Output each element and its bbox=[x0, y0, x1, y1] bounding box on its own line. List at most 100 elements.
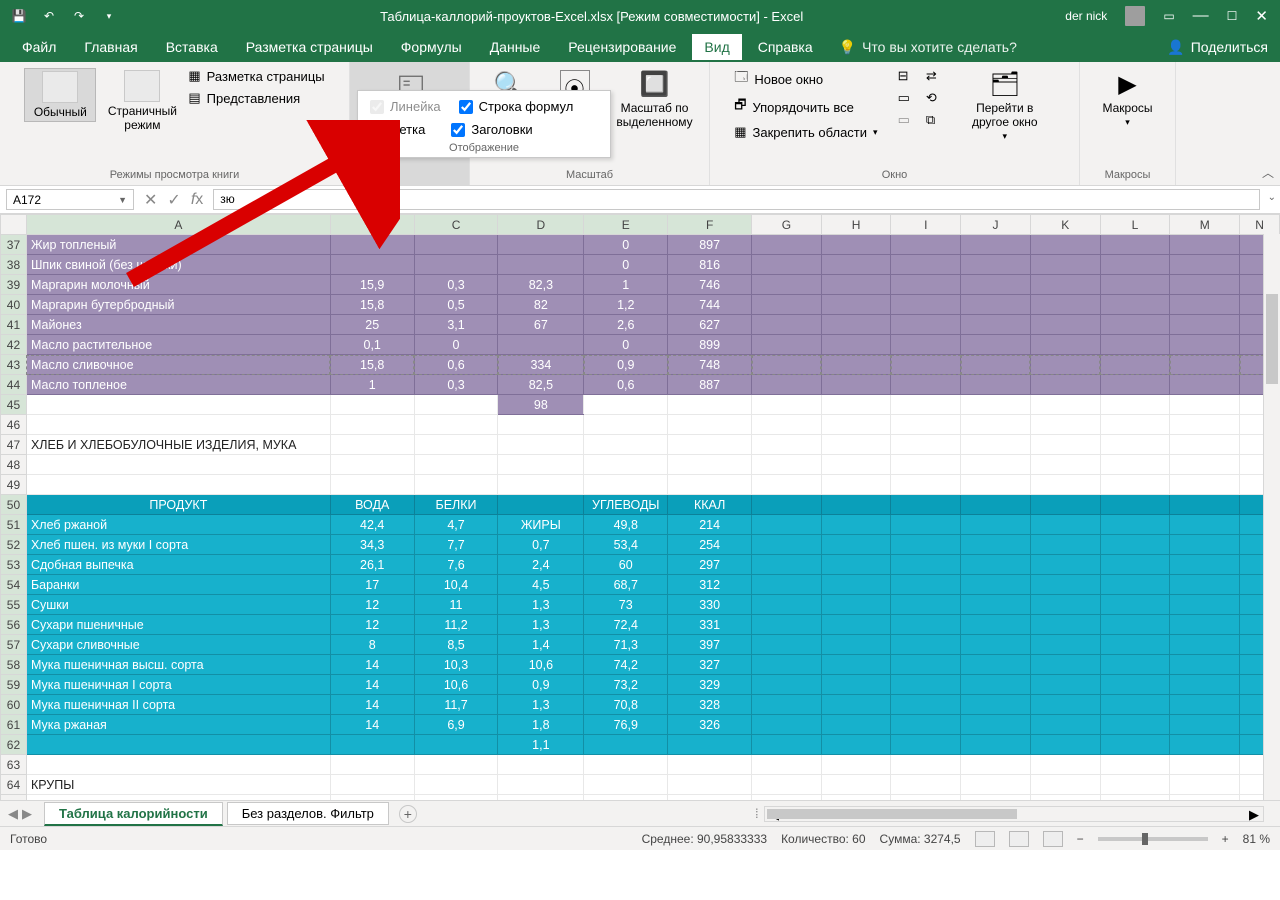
cell[interactable] bbox=[1100, 775, 1170, 795]
row-header[interactable]: 54 bbox=[1, 575, 27, 595]
tab-вставка[interactable]: Вставка bbox=[154, 34, 230, 60]
cell[interactable] bbox=[668, 755, 752, 775]
cell[interactable] bbox=[668, 435, 752, 455]
view-pagelayout-button[interactable]: ▦Разметка страницы bbox=[188, 68, 324, 84]
cell[interactable] bbox=[1170, 375, 1240, 395]
cell[interactable]: УГЛЕВОДЫ bbox=[584, 495, 668, 515]
new-window-button[interactable]: 🗔Новое окно bbox=[734, 68, 877, 90]
cell[interactable] bbox=[891, 515, 961, 535]
headings-checkbox[interactable]: Заголовки bbox=[451, 122, 532, 137]
cell[interactable]: 14 bbox=[330, 715, 414, 735]
cell[interactable]: 297 bbox=[668, 555, 752, 575]
cell[interactable] bbox=[668, 735, 752, 755]
cell[interactable] bbox=[752, 675, 822, 695]
cell[interactable]: 14 bbox=[330, 695, 414, 715]
cell[interactable] bbox=[1170, 355, 1240, 375]
cell[interactable] bbox=[330, 775, 414, 795]
cell[interactable]: 0 bbox=[584, 255, 668, 275]
cell[interactable] bbox=[498, 755, 584, 775]
cell[interactable] bbox=[1030, 235, 1100, 255]
col-header[interactable]: K bbox=[1030, 215, 1100, 235]
row-header[interactable]: 39 bbox=[1, 275, 27, 295]
cell[interactable]: 1,2 bbox=[584, 295, 668, 315]
cell[interactable] bbox=[1100, 755, 1170, 775]
cell[interactable] bbox=[961, 455, 1031, 475]
cell[interactable] bbox=[1030, 355, 1100, 375]
cell[interactable] bbox=[752, 295, 822, 315]
col-header[interactable]: I bbox=[891, 215, 961, 235]
ribbon-display-icon[interactable]: ▭ bbox=[1163, 9, 1174, 23]
cell[interactable] bbox=[891, 275, 961, 295]
cell[interactable] bbox=[1100, 235, 1170, 255]
cell[interactable]: 2,6 bbox=[584, 315, 668, 335]
cell[interactable] bbox=[330, 435, 414, 455]
cell[interactable]: Сухари пшеничные bbox=[26, 615, 330, 635]
cell[interactable] bbox=[752, 255, 822, 275]
fx-icon[interactable]: fx bbox=[191, 191, 203, 209]
cell[interactable] bbox=[752, 635, 822, 655]
cell[interactable] bbox=[961, 315, 1031, 335]
row-header[interactable]: 58 bbox=[1, 655, 27, 675]
row-header[interactable]: 56 bbox=[1, 615, 27, 635]
gridlines-checkbox[interactable]: Сетка bbox=[370, 122, 425, 137]
col-header[interactable]: A bbox=[26, 215, 330, 235]
cell[interactable] bbox=[584, 475, 668, 495]
cell[interactable] bbox=[752, 435, 822, 455]
cell[interactable]: 1 bbox=[584, 275, 668, 295]
cell[interactable] bbox=[891, 315, 961, 335]
view-pagebreak-icon[interactable] bbox=[1043, 831, 1063, 847]
cell[interactable] bbox=[752, 575, 822, 595]
cell[interactable]: Мука пшеничная высш. сорта bbox=[26, 655, 330, 675]
cell[interactable] bbox=[1030, 415, 1100, 435]
cell[interactable] bbox=[961, 695, 1031, 715]
cell[interactable] bbox=[26, 455, 330, 475]
cell[interactable] bbox=[821, 455, 891, 475]
tab-формулы[interactable]: Формулы bbox=[389, 34, 474, 60]
cell[interactable] bbox=[1030, 455, 1100, 475]
row-header[interactable]: 55 bbox=[1, 595, 27, 615]
row-header[interactable]: 63 bbox=[1, 755, 27, 775]
cell[interactable]: 71,3 bbox=[584, 635, 668, 655]
row-header[interactable]: 41 bbox=[1, 315, 27, 335]
cell[interactable] bbox=[1030, 775, 1100, 795]
cell[interactable] bbox=[752, 275, 822, 295]
cell[interactable]: 1,1 bbox=[498, 735, 584, 755]
macros-button[interactable]: ▶ Макросы ▾ bbox=[1092, 68, 1164, 130]
cell[interactable] bbox=[1170, 715, 1240, 735]
cell[interactable]: Жир топленый bbox=[26, 235, 330, 255]
row-header[interactable]: 65 bbox=[1, 795, 27, 801]
cell[interactable] bbox=[498, 435, 584, 455]
cell[interactable] bbox=[821, 495, 891, 515]
row-header[interactable]: 52 bbox=[1, 535, 27, 555]
cell[interactable]: 1,4 bbox=[498, 635, 584, 655]
cell[interactable] bbox=[26, 415, 330, 435]
cell[interactable] bbox=[1030, 555, 1100, 575]
cell[interactable]: ПРОДУКТ bbox=[26, 495, 330, 515]
cell[interactable]: 98 bbox=[498, 395, 584, 415]
cell[interactable] bbox=[1170, 635, 1240, 655]
cell[interactable] bbox=[1170, 415, 1240, 435]
cell[interactable] bbox=[891, 615, 961, 635]
cell[interactable]: 334 bbox=[498, 355, 584, 375]
cell[interactable]: 0,9 bbox=[584, 355, 668, 375]
cell[interactable]: 0 bbox=[584, 335, 668, 355]
cell[interactable] bbox=[891, 675, 961, 695]
cell[interactable] bbox=[752, 535, 822, 555]
cell[interactable] bbox=[584, 755, 668, 775]
cell[interactable] bbox=[891, 495, 961, 515]
cell[interactable] bbox=[961, 235, 1031, 255]
cell[interactable]: 326 bbox=[668, 715, 752, 735]
cell[interactable] bbox=[821, 675, 891, 695]
cell[interactable] bbox=[668, 475, 752, 495]
cell[interactable] bbox=[498, 335, 584, 355]
cell[interactable]: 0,1 bbox=[330, 335, 414, 355]
ruler-checkbox[interactable]: Линейка bbox=[370, 99, 441, 114]
cell[interactable]: 7,6 bbox=[414, 555, 498, 575]
cell[interactable] bbox=[414, 755, 498, 775]
cell[interactable] bbox=[752, 655, 822, 675]
cell[interactable] bbox=[821, 535, 891, 555]
cell[interactable] bbox=[891, 295, 961, 315]
sheet-tab-active[interactable]: Таблица калорийности bbox=[44, 802, 223, 826]
cell[interactable] bbox=[414, 415, 498, 435]
cell[interactable]: Сухари сливочные bbox=[26, 635, 330, 655]
